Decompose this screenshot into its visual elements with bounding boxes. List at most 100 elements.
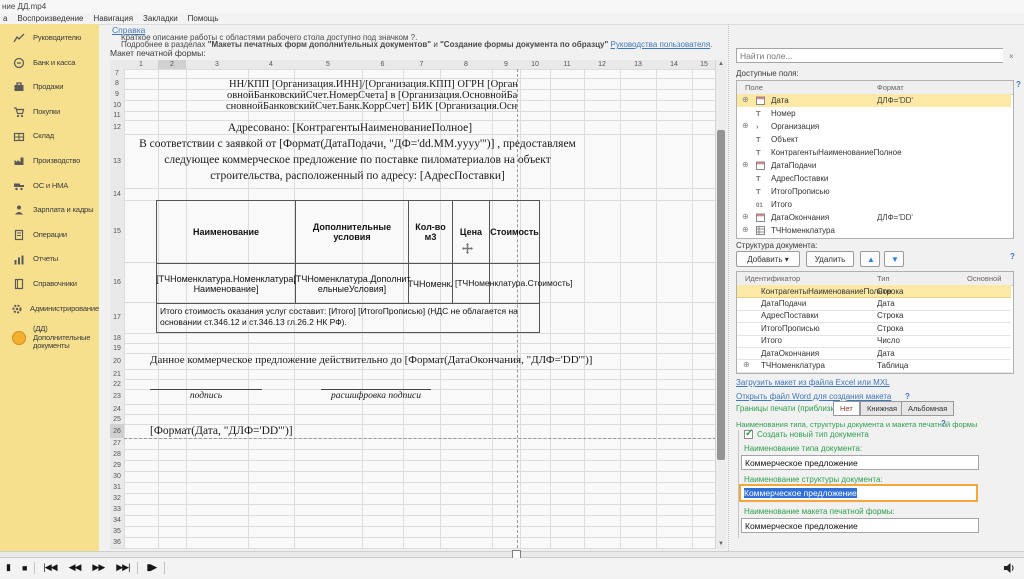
column-header-4[interactable]: 4 (248, 60, 294, 69)
user-guide-link[interactable]: Руководства пользователя (611, 40, 711, 49)
structure-help-icon[interactable]: ? (1010, 252, 1015, 261)
structure-row-ИтогоПрописью[interactable]: ИтогоПрописью Строка (737, 322, 1011, 336)
sidebar-item-2[interactable]: Банк и касса (0, 51, 99, 76)
menu-item[interactable]: Воспроизведение (17, 14, 83, 23)
scroll-up-arrow[interactable]: ▲ (716, 60, 726, 69)
new-doc-type-checkbox[interactable]: ✓ (744, 428, 753, 439)
sheet-corner-cell[interactable] (110, 60, 124, 69)
structure-row-ДатаОкончания[interactable]: ДатаОкончания Дата (737, 347, 1011, 361)
row-header-35[interactable]: 35 (110, 526, 124, 537)
column-header-12[interactable]: 12 (584, 60, 620, 69)
menu-item[interactable]: Закладки (143, 14, 178, 23)
doc-type-name-input[interactable] (741, 455, 979, 470)
menu-item[interactable]: а (3, 14, 7, 23)
row-header-30[interactable]: 30 (110, 471, 124, 482)
menu-item[interactable]: Помощь (188, 14, 219, 23)
move-up-button[interactable]: ▲ (860, 251, 880, 267)
row-header-15[interactable]: 15 (110, 200, 124, 262)
field-row-Итого[interactable]: 01 Итого (737, 198, 1011, 211)
fast-forward-button[interactable]: ▶▶ (92, 562, 105, 573)
field-row-ДатаОкончания[interactable]: ⊕ ДатаОкончания ДЛФ='DD' (737, 211, 1011, 224)
column-header-7[interactable]: 7 (403, 60, 440, 69)
row-header-16[interactable]: 16 (110, 262, 124, 302)
sidebar-item-13[interactable]: (ДД) Дополнительные документы (0, 321, 99, 355)
row-header-25[interactable]: 25 (110, 414, 124, 424)
menu-item[interactable]: Навигация (94, 14, 134, 23)
field-row-Организация[interactable]: ⊕ › Организация (737, 120, 1011, 133)
scrollbar-thumb[interactable] (717, 130, 725, 460)
row-header-29[interactable]: 29 (110, 460, 124, 471)
structure-row-ДатаПодачи[interactable]: ДатаПодачи Дата (737, 297, 1011, 311)
row-header-31[interactable]: 31 (110, 482, 124, 493)
sidebar-item-9[interactable]: Операции (0, 223, 99, 248)
borders-option-portrait[interactable]: Книжная (860, 401, 905, 416)
skip-forward-button[interactable]: ▶▶| (116, 562, 130, 573)
goods-table[interactable]: Наименование Дополнительные условия Кол-… (156, 200, 573, 333)
add-button[interactable]: Добавить ▾ (736, 251, 800, 267)
column-header-3[interactable]: 3 (186, 60, 248, 69)
sidebar-item-7[interactable]: ОС и НМА (0, 174, 99, 199)
expander-icon[interactable]: ⊕ (742, 121, 749, 130)
structure-row-Итого[interactable]: Итого Число (737, 335, 1011, 348)
fields-help-icon[interactable]: ? (1016, 80, 1021, 89)
load-excel-link[interactable]: Загрузить макет из файла Excel или MXL (736, 378, 890, 387)
column-header-13[interactable]: 13 (620, 60, 656, 69)
column-header-8[interactable]: 8 (440, 60, 492, 69)
row-header-34[interactable]: 34 (110, 515, 124, 526)
sidebar-item-5[interactable]: Склад (0, 124, 99, 149)
row-header-19[interactable]: 19 (110, 343, 124, 353)
row-header-23[interactable]: 23 (110, 389, 124, 404)
doc-structure-name-input[interactable]: Коммерческое предложение (739, 484, 978, 502)
row-header-28[interactable]: 28 (110, 449, 124, 460)
field-row-АдресПоставки[interactable]: Т АдресПоставки (737, 172, 1011, 185)
column-header-6[interactable]: 6 (362, 60, 403, 69)
expander-icon[interactable]: ⊕ (742, 212, 749, 221)
row-header-8[interactable]: 8 (110, 78, 124, 89)
clear-search-button[interactable]: × (1003, 48, 1018, 63)
expander-icon[interactable]: ⊕ (743, 360, 750, 369)
field-row-ДатаПодачи[interactable]: ⊕ ДатаПодачи (737, 159, 1011, 172)
row-header-10[interactable]: 10 (110, 100, 124, 111)
field-row-ТЧНоменклатура[interactable]: ⊕ ТЧНоменклатура (737, 224, 1011, 237)
row-header-11[interactable]: 11 (110, 111, 124, 120)
row-header-36[interactable]: 36 (110, 537, 124, 548)
delete-button[interactable]: Удалить (806, 251, 854, 267)
field-row-Дата[interactable]: ⊕ Дата ДЛФ='DD' (737, 94, 1011, 107)
row-header-17[interactable]: 17 (110, 302, 124, 333)
rewind-button[interactable]: ◀◀ (69, 562, 82, 573)
row-header-13[interactable]: 13 (110, 134, 124, 188)
row-header-12[interactable]: 12 (110, 120, 124, 134)
sidebar-item-10[interactable]: Отчеты (0, 247, 99, 272)
row-header-9[interactable]: 9 (110, 89, 124, 100)
sidebar-item-11[interactable]: Справочники (0, 272, 99, 297)
sidebar-item-12[interactable]: Администрирование (0, 297, 99, 322)
print-form-sheet[interactable]: 1 2 3 4 5 6 7 8 9 10 11 12 13 14 15 7 8 9 10 11 12 13 14 15 16 17… (110, 60, 726, 549)
column-header-9[interactable]: 9 (492, 60, 520, 69)
row-header-21[interactable]: 21 (110, 369, 124, 379)
open-word-link[interactable]: Открыть файл Word для создания макета (736, 392, 891, 401)
expander-icon[interactable]: ⊕ (742, 225, 749, 234)
pause-button[interactable]: ▮ (6, 562, 11, 573)
search-input[interactable] (736, 48, 1004, 63)
field-row-ИтогоПрописью[interactable]: Т ИтогоПрописью (737, 185, 1011, 198)
field-row-КонтрагентыНаименованиеПолное[interactable]: Т КонтрагентыНаименованиеПолное (737, 146, 1011, 159)
naming-help-icon[interactable]: ? (941, 419, 946, 428)
expander-icon[interactable]: ⊕ (742, 160, 749, 169)
column-header-1[interactable]: 1 (124, 60, 158, 69)
volume-icon[interactable] (1003, 561, 1016, 579)
borders-option-none[interactable]: Нет (833, 401, 860, 416)
column-header-11[interactable]: 11 (550, 60, 584, 69)
sidebar-item-3[interactable]: Продажи (0, 75, 99, 100)
row-header-7[interactable]: 7 (110, 69, 124, 78)
row-header-14[interactable]: 14 (110, 188, 124, 200)
structure-row-АдресПоставки[interactable]: АдресПоставки Строка (737, 310, 1011, 324)
row-header-27[interactable]: 27 (110, 438, 124, 449)
sidebar-item-1[interactable]: Руководителю (0, 26, 99, 51)
structure-row-ТЧНоменклатура[interactable]: ⊕ ТЧНоменклатура Таблица (737, 359, 1011, 373)
scroll-down-arrow[interactable]: ▼ (716, 540, 726, 549)
field-row-Объект[interactable]: Т Объект (737, 133, 1011, 146)
column-header-5[interactable]: 5 (294, 60, 362, 69)
move-down-button[interactable]: ▼ (884, 251, 904, 267)
column-header-15[interactable]: 15 (692, 60, 716, 69)
skip-back-button[interactable]: |◀◀ (43, 562, 57, 573)
